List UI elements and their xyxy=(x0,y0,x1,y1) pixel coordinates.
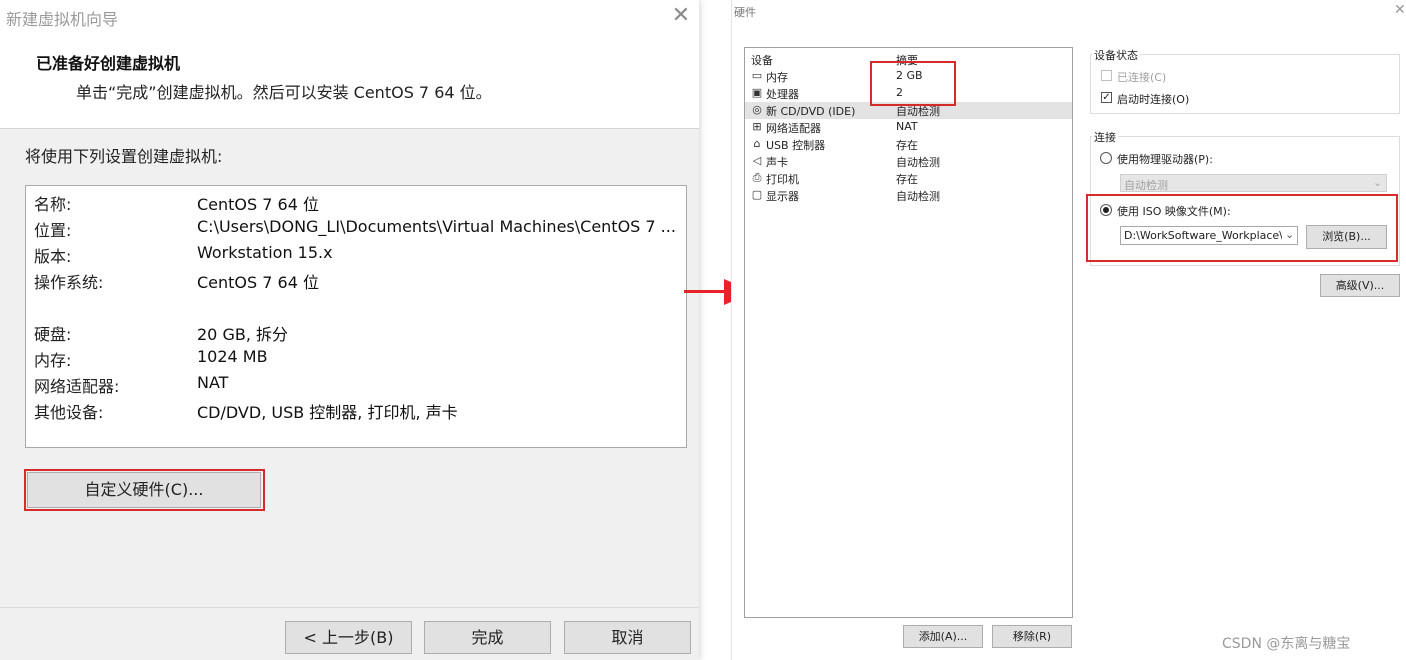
device-row-display[interactable]: ▢ 显示器 自动检测 xyxy=(745,187,1072,204)
hardware-dialog-title: 硬件 xyxy=(734,6,756,19)
watermark: CSDN @东离与糖宝 xyxy=(1222,636,1351,652)
cd-dvd-icon: ◎ xyxy=(752,103,762,116)
summary-value: NAT xyxy=(197,373,229,392)
physical-drive-value: 自动检测 xyxy=(1124,179,1168,192)
device-summary: 自动检测 xyxy=(896,156,940,169)
sound-card-icon: ◁ xyxy=(752,154,762,167)
summary-label: 操作系统: xyxy=(34,273,104,292)
highlight-box xyxy=(870,61,956,106)
device-list[interactable]: 设备 摘要 ▭ 内存 2 GB ▣ 处理器 2 ◎ 新 CD/DVD (IDE)… xyxy=(744,47,1073,618)
memory-icon: ▭ xyxy=(751,69,763,82)
summary-value: CentOS 7 64 位 xyxy=(197,195,319,214)
summary-value: 20 GB, 拆分 xyxy=(197,325,288,344)
physical-drive-label: 使用物理驱动器(P): xyxy=(1117,153,1213,166)
connect-at-power-on-label: 启动时连接(O) xyxy=(1117,93,1190,106)
remove-device-button[interactable]: 移除(R) xyxy=(992,625,1072,648)
footer-divider xyxy=(0,607,699,608)
add-device-button[interactable]: 添加(A)... xyxy=(903,625,983,648)
usb-icon: ⌂ xyxy=(753,137,761,150)
device-summary: NAT xyxy=(896,120,918,133)
connected-checkbox[interactable] xyxy=(1101,70,1112,81)
network-adapter-icon: ⊞ xyxy=(752,120,762,133)
highlight-box xyxy=(24,469,265,511)
back-button[interactable]: < 上一步(B) xyxy=(285,621,412,654)
processor-icon: ▣ xyxy=(751,86,763,99)
device-column-header[interactable]: 设备 xyxy=(751,52,773,68)
connected-label: 已连接(C) xyxy=(1117,71,1167,84)
device-name: 显示器 xyxy=(766,190,799,203)
close-icon[interactable]: ✕ xyxy=(668,3,694,29)
summary-value: 1024 MB xyxy=(197,347,268,366)
highlight-box xyxy=(1086,194,1398,262)
device-row-printer[interactable]: ⎙ 打印机 存在 xyxy=(745,170,1072,187)
physical-drive-select[interactable]: 自动检测 ⌄ xyxy=(1120,174,1387,192)
wizard-heading: 已准备好创建虚拟机 xyxy=(36,54,181,73)
summary-label: 名称: xyxy=(34,195,72,214)
settings-summary-list: 名称: CentOS 7 64 位 位置: C:\Users\DONG_LI\D… xyxy=(25,185,687,448)
device-name: 处理器 xyxy=(766,88,799,101)
device-name: 声卡 xyxy=(766,156,788,169)
device-summary: 自动检测 xyxy=(896,190,940,203)
connection-label: 连接 xyxy=(1092,129,1118,145)
wizard-title: 新建虚拟机向导 xyxy=(6,10,119,29)
printer-icon: ⎙ xyxy=(752,171,762,184)
new-vm-wizard-window: 新建虚拟机向导 ✕ 已准备好创建虚拟机 单击“完成”创建虚拟机。然后可以安装 C… xyxy=(0,0,699,660)
wizard-subheading: 单击“完成”创建虚拟机。然后可以安装 CentOS 7 64 位。 xyxy=(76,83,492,102)
device-row-usb[interactable]: ⌂ USB 控制器 存在 xyxy=(745,136,1072,153)
device-name: 新 CD/DVD (IDE) xyxy=(766,105,856,118)
device-name: 打印机 xyxy=(766,173,799,186)
summary-value: CD/DVD, USB 控制器, 打印机, 声卡 xyxy=(197,403,458,422)
advanced-button[interactable]: 高级(V)... xyxy=(1320,274,1400,297)
device-summary: 存在 xyxy=(896,139,918,152)
summary-value: CentOS 7 64 位 xyxy=(197,273,319,292)
device-row-sound-card[interactable]: ◁ 声卡 自动检测 xyxy=(745,153,1072,170)
summary-value: Workstation 15.x xyxy=(197,243,333,262)
summary-label: 其他设备: xyxy=(34,403,104,422)
device-name: 网络适配器 xyxy=(766,122,821,135)
physical-drive-radio[interactable] xyxy=(1100,152,1112,164)
summary-label: 版本: xyxy=(34,247,72,266)
device-name: USB 控制器 xyxy=(766,139,826,152)
display-icon: ▢ xyxy=(751,188,763,201)
summary-value: C:\Users\DONG_LI\Documents\Virtual Machi… xyxy=(197,217,676,236)
device-summary: 存在 xyxy=(896,173,918,186)
connect-at-power-on-checkbox[interactable]: ✓ xyxy=(1101,92,1112,103)
device-status-label: 设备状态 xyxy=(1092,47,1140,63)
device-name: 内存 xyxy=(766,71,788,84)
summary-label: 网络适配器: xyxy=(34,377,120,396)
summary-label: 位置: xyxy=(34,221,72,240)
summary-label: 硬盘: xyxy=(34,325,72,344)
finish-button[interactable]: 完成 xyxy=(424,621,551,654)
cancel-button[interactable]: 取消 xyxy=(564,621,691,654)
chevron-down-icon: ⌄ xyxy=(1373,176,1383,189)
device-row-network-adapter[interactable]: ⊞ 网络适配器 NAT xyxy=(745,119,1072,136)
summary-label: 内存: xyxy=(34,351,72,370)
settings-intro: 将使用下列设置创建虚拟机: xyxy=(25,147,223,166)
close-icon[interactable]: ✕ xyxy=(1394,2,1406,18)
